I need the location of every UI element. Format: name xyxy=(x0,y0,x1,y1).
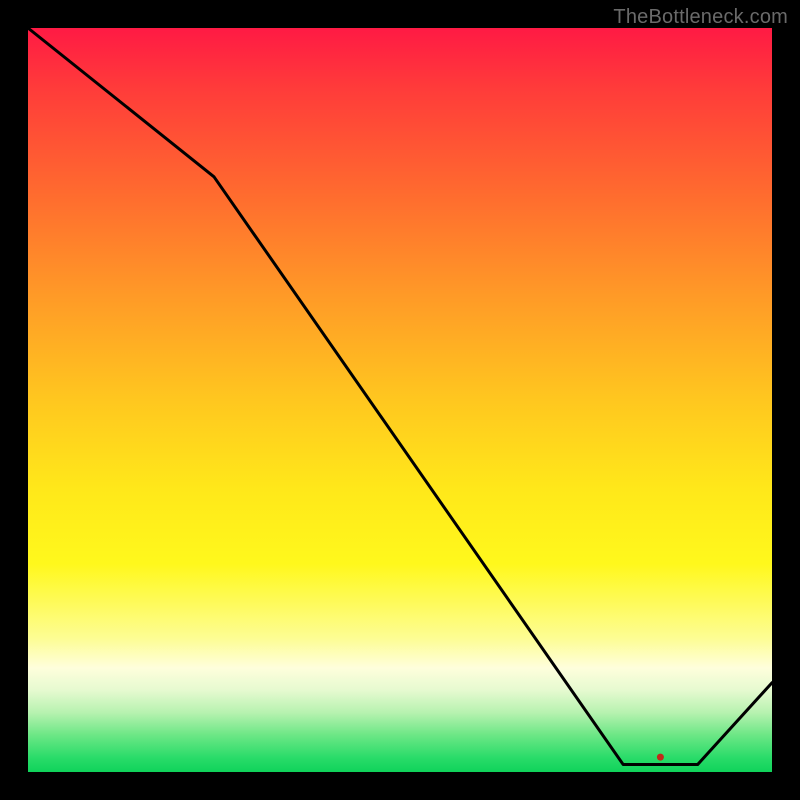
watermark-text: TheBottleneck.com xyxy=(613,6,788,29)
chart-line-layer xyxy=(28,28,772,772)
annotation-marker xyxy=(657,754,664,761)
bottleneck-curve xyxy=(28,28,772,765)
